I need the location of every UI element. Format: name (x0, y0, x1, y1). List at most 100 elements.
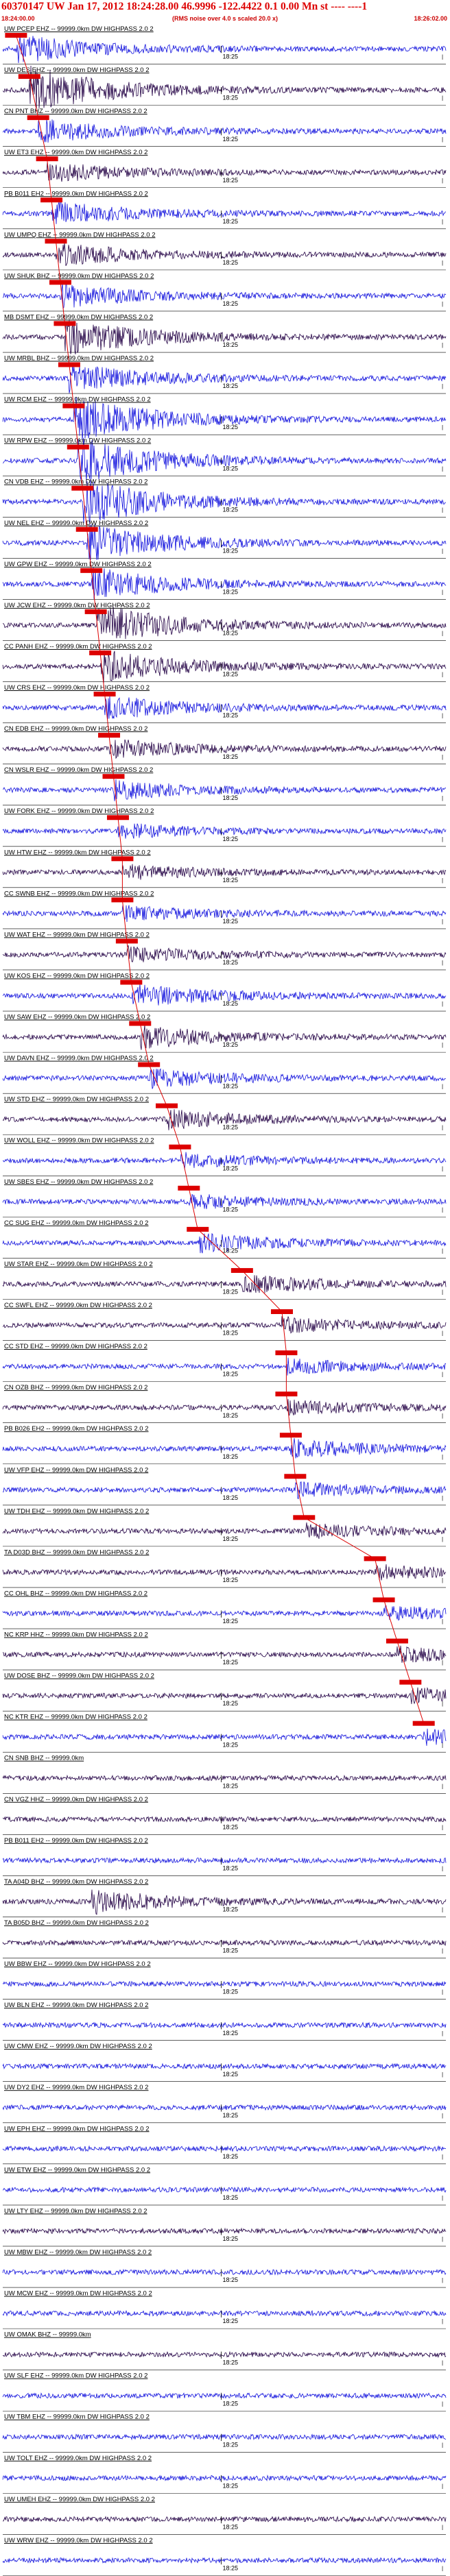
channel-label: UW VFP EHZ -- 99999.0km DW HIGHPASS 2.0 … (4, 1466, 148, 1474)
scale-mark: | (442, 1289, 443, 1296)
channel-label: UW NEL EHZ -- 99999.0km DW HIGHPASS 2.0 … (4, 520, 148, 527)
scale-mark: | (442, 178, 443, 184)
tick-label: 18:25 (222, 382, 238, 389)
tick-label: 18:25 (222, 2400, 238, 2407)
tick-label: 18:25 (222, 712, 238, 719)
tick-label: 18:25 (222, 1330, 238, 1337)
waveform-trace (2, 2227, 447, 2235)
channel-label: UW BBW EHZ -- 99999.0km DW HIGHPASS 2.0 … (4, 1960, 151, 1968)
scale-mark: | (442, 877, 443, 884)
tick-label: 18:25 (222, 506, 238, 513)
waveform-trace (2, 1816, 447, 1823)
tick-label: 18:25 (222, 95, 238, 101)
tick-label: 18:25 (222, 259, 238, 266)
scale-mark: | (442, 1783, 443, 1789)
tick-label: 18:25 (222, 1165, 238, 1171)
scale-mark: | (442, 1001, 443, 1007)
scale-mark: | (442, 713, 443, 719)
tick-label: 18:25 (222, 959, 238, 966)
channel-label: CN SNB BHZ -- 99999.0km (4, 1755, 84, 1762)
scale-mark: | (442, 1124, 443, 1130)
scale-mark: | (442, 960, 443, 966)
scale-mark: | (442, 260, 443, 266)
scale-mark: | (442, 1495, 443, 1501)
scale-mark: | (442, 2525, 443, 2531)
tick-label: 18:25 (222, 1823, 238, 1830)
tick-label: 18:25 (222, 877, 238, 884)
seismogram-plot: 18:25 | UW PCEP EHZ -- 99999.0km DW HIGHPA… (2, 25, 447, 2576)
channel-label: UW ET3 EHZ -- 99999.0km DW HIGHPASS 2.0 … (4, 149, 147, 156)
channel-label: UW TOLT EHZ -- 99999.0km DW HIGHPASS 2.0… (4, 2455, 152, 2462)
channel-label: UW SHUK BHZ -- 99999.0km DW HIGHPASS 2.0… (4, 272, 154, 280)
scale-mark: | (442, 1248, 443, 1254)
channel-label: TA D03D BHZ -- 99999.0km DW HIGHPASS 2.0… (4, 1548, 149, 1556)
channel-label: UW SLF EHZ -- 99999.0km DW HIGHPASS 2.0 … (4, 2372, 147, 2380)
channel-label: CN OZB BHZ -- 99999.0km DW HIGHPASS 2.0 … (4, 1384, 147, 1392)
waveform-trace (2, 1939, 447, 1947)
channel-label: UW HTW EHZ -- 99999.0km DW HIGHPASS 2.0 … (4, 849, 151, 856)
channel-label: NC KTR EHZ -- 99999.0km DW HIGHPASS 2.0 … (4, 1714, 147, 1721)
channel-label: CN EDB EHZ -- 99999.0km DW HIGHPASS 2.0 … (4, 725, 147, 733)
scale-mark: | (442, 2442, 443, 2448)
channel-label: UW PCEP EHZ -- 99999.0km DW HIGHPASS 2.0… (4, 25, 154, 33)
scale-mark: | (442, 301, 443, 307)
tick-label: 18:25 (222, 1659, 238, 1666)
waveform-trace (2, 2145, 447, 2152)
tick-label: 18:25 (222, 671, 238, 678)
channel-label: UW WOLL EHZ -- 99999.0km DW HIGHPASS 2.0… (4, 1137, 154, 1145)
channel-label: UW MBW EHZ -- 99999.0km DW HIGHPASS 2.0 … (4, 2248, 152, 2256)
channel-label: NC KRP HHZ -- 99999.0km DW HIGHPASS 2.0 … (4, 1631, 148, 1639)
channel-label: CC OHL BHZ -- 99999.0km DW HIGHPASS 2.0 … (4, 1590, 147, 1597)
scale-mark: | (442, 1330, 443, 1337)
channel-label: PB B026 EH2 -- 99999.0km DW HIGHPASS 2.0… (4, 1425, 149, 1433)
tick-label: 18:25 (222, 2030, 238, 2037)
channel-label: UW DAVN EHZ -- 99999.0km DW HIGHPASS 2.0… (4, 1055, 154, 1062)
waveform-trace (2, 2104, 447, 2111)
waveform-trace (2, 2557, 447, 2564)
scale-mark: | (442, 1206, 443, 1213)
tick-label: 18:25 (222, 1289, 238, 1296)
scale-mark: | (442, 1660, 443, 1666)
tick-label: 18:25 (222, 1947, 238, 1954)
scale-mark: | (442, 219, 443, 225)
scale-mark: | (442, 672, 443, 678)
channel-label: UW RCM EHZ -- 99999.0km DW HIGHPASS 2.0 … (4, 396, 151, 404)
channel-label: CN WSLR EHZ -- 99999.0km DW HIGHPASS 2.0… (4, 766, 153, 774)
channel-label: UW LTY EHZ -- 99999.0km DW HIGHPASS 2.0 … (4, 2207, 147, 2215)
scale-mark: | (442, 383, 443, 389)
channel-label: UW CRS EHZ -- 99999.0km DW HIGHPASS 2.0 … (4, 684, 150, 692)
waveform-trace (2, 2350, 447, 2358)
scale-mark: | (442, 1948, 443, 1954)
tick-label: 18:25 (222, 1494, 238, 1501)
scale-mark: | (442, 342, 443, 348)
scale-mark: | (442, 631, 443, 637)
scale-mark: | (442, 2154, 443, 2160)
channel-label: UW FORK EHZ -- 99999.0km DW HIGHPASS 2.0… (4, 807, 154, 815)
channel-label: UW SBES EHZ -- 99999.0km DW HIGHPASS 2.0… (4, 1178, 153, 1186)
tick-label: 18:25 (222, 53, 238, 60)
tick-label: 18:25 (222, 1577, 238, 1583)
waveform-trace (3, 2516, 447, 2523)
scale-mark: | (442, 2236, 443, 2242)
scale-mark: | (442, 2318, 443, 2324)
channel-label: UW UMEH EHZ -- 99999.0km DW HIGHPASS 2.0… (4, 2496, 155, 2503)
scale-mark: | (442, 2113, 443, 2119)
scale-mark: | (442, 2071, 443, 2078)
channel-label: CC SWNB EHZ -- 99999.0km DW HIGHPASS 2.0… (4, 890, 154, 897)
tick-label: 18:25 (222, 2194, 238, 2201)
waveform-trace (2, 2268, 447, 2276)
scale-mark: | (442, 1413, 443, 1419)
scale-mark: | (442, 54, 443, 60)
channel-label: UW SAW EHZ -- 99999.0km DW HIGHPASS 2.0 … (4, 1014, 150, 1021)
scale-mark: | (442, 1042, 443, 1048)
scale-mark: | (442, 424, 443, 430)
scale-mark: | (442, 1824, 443, 1830)
tick-label: 18:25 (222, 1412, 238, 1419)
scale-mark: | (442, 1907, 443, 1913)
tick-label: 18:25 (222, 1618, 238, 1625)
channel-label: CN VDB EHZ -- 99999.0km DW HIGHPASS 2.0 … (4, 478, 147, 486)
waveform-trace (2, 1980, 447, 1988)
tick-label: 18:25 (222, 1041, 238, 1048)
waveform-trace (2, 650, 447, 684)
channel-label: UW BLN EHZ -- 99999.0km DW HIGHPASS 2.0 … (4, 2002, 148, 2009)
